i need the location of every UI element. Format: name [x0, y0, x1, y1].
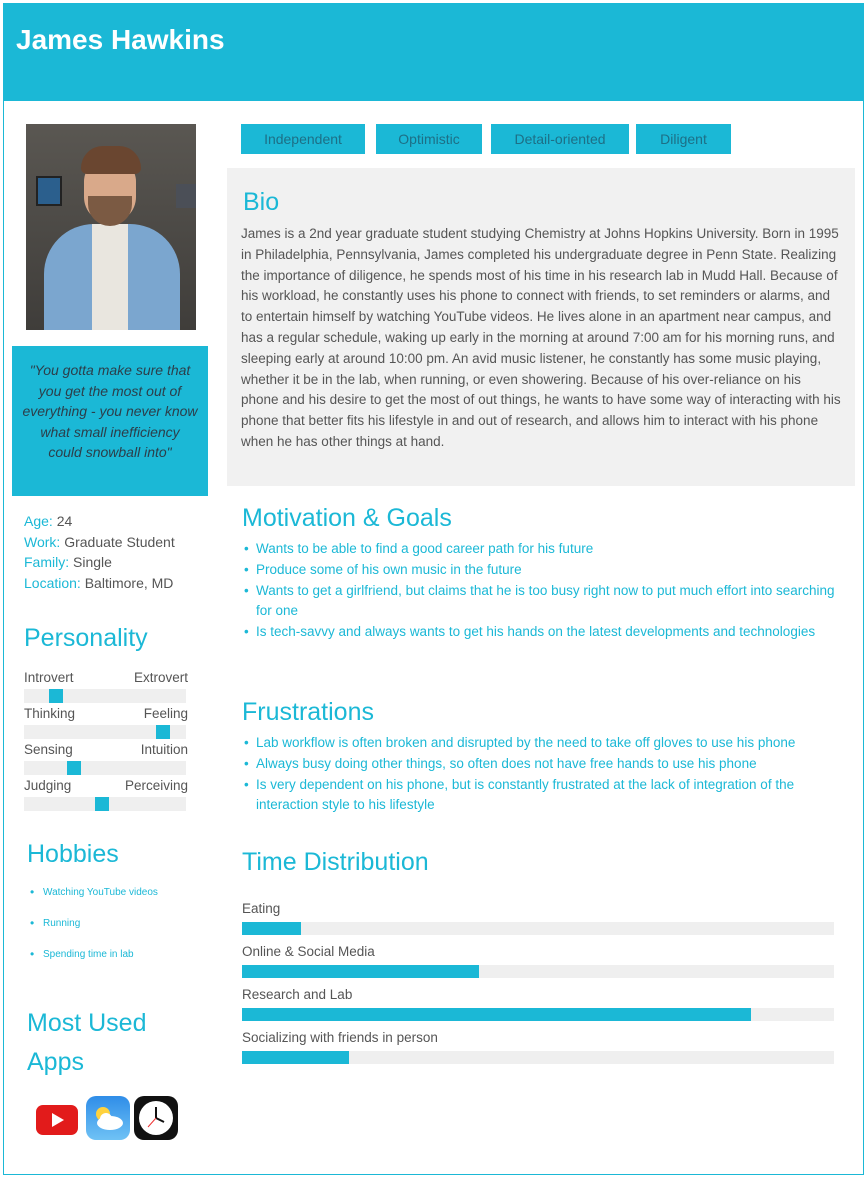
frustrations-title: Frustrations [242, 698, 374, 726]
tag-detail-oriented: Detail-oriented [491, 124, 629, 154]
bio-text: James is a 2nd year graduate student stu… [241, 226, 841, 449]
time-distribution-section: Time Distribution Eating Online & Social … [242, 848, 834, 1073]
persona-card: James Hawkins "You gotta make sure that … [3, 3, 864, 1175]
time-bar-track [242, 965, 834, 978]
slider-right-label: Extrovert [133, 670, 188, 685]
frustration-item: Always busy doing other things, so often… [242, 754, 842, 775]
slider-track [24, 797, 186, 811]
slider-left-label: Thinking [24, 706, 76, 721]
info-age: Age: 24 [24, 513, 73, 529]
hobby-item: Spending time in lab [27, 947, 207, 980]
goal-item: Produce some of his own music in the fut… [242, 560, 842, 581]
goal-item: Wants to get a girlfriend, but claims th… [242, 581, 842, 623]
personality-slider: Introvert Extrovert [24, 670, 188, 706]
time-bar-fill [242, 922, 302, 935]
time-label: Socializing with friends in person [242, 1030, 438, 1045]
goals-section: Motivation & Goals Wants to be able to f… [242, 504, 842, 643]
tag-diligent: Diligent [636, 124, 731, 154]
time-label: Research and Lab [242, 987, 353, 1002]
goal-item: Wants to be able to find a good career p… [242, 539, 842, 560]
slider-left-label: Judging [24, 778, 72, 793]
frustration-item: Lab workflow is often broken and disrupt… [242, 733, 842, 754]
slider-right-label: Feeling [143, 706, 188, 721]
time-row: Eating [242, 901, 834, 944]
time-title: Time Distribution [242, 848, 429, 876]
demographics: Age: 24 Work: Graduate Student Family: S… [24, 511, 175, 593]
weather-icon [86, 1096, 130, 1140]
time-bar-track [242, 922, 834, 935]
slider-right-label: Perceiving [124, 778, 188, 793]
personality-section: Personality Introvert Extrovert Thinking Fe… [24, 624, 188, 814]
time-bar-fill [242, 1008, 752, 1021]
clock-icon [134, 1096, 178, 1140]
info-work: Work: Graduate Student [24, 533, 175, 550]
apps-title: Most Used Apps [27, 1009, 147, 1076]
goal-item: Is tech-savvy and always wants to get hi… [242, 622, 842, 643]
slider-track [24, 689, 186, 703]
slider-track [24, 725, 186, 739]
profile-photo [26, 124, 196, 330]
info-location: Location: Baltimore, MD [24, 574, 174, 591]
hobby-item: Running [27, 916, 207, 949]
time-bar-track [242, 1008, 834, 1021]
slider-knob [156, 725, 171, 739]
personality-title: Personality [24, 624, 148, 652]
youtube-icon [34, 1096, 78, 1140]
personality-slider: Judging Perceiving [24, 778, 188, 814]
persona-quote: "You gotta make sure that you get the mo… [12, 346, 208, 496]
bio-title: Bio [243, 188, 280, 216]
personality-slider: Sensing Intuition [24, 742, 188, 778]
slider-knob [49, 689, 64, 703]
time-label: Eating [242, 901, 281, 916]
time-row: Online & Social Media [242, 944, 834, 987]
hobby-item: Watching YouTube videos [27, 885, 207, 918]
personality-slider: Thinking Feeling [24, 706, 188, 742]
time-row: Research and Lab [242, 987, 834, 1030]
bio-panel: Bio James is a 2nd year graduate student… [227, 168, 855, 486]
slider-left-label: Introvert [24, 670, 74, 685]
tag-optimistic: Optimistic [376, 124, 482, 154]
tag-independent: Independent [241, 124, 365, 154]
header-banner: James Hawkins [4, 4, 863, 101]
persona-name: James Hawkins [16, 24, 225, 55]
time-row: Socializing with friends in person [242, 1030, 834, 1073]
hobbies-title: Hobbies [27, 840, 119, 868]
time-bar-fill [242, 965, 479, 978]
slider-knob [67, 761, 82, 775]
frustration-item: Is very dependent on his phone, but is c… [242, 775, 842, 817]
frustrations-section: Frustrations Lab workflow is often broke… [242, 698, 842, 816]
slider-right-label: Intuition [140, 742, 188, 757]
slider-left-label: Sensing [24, 742, 73, 757]
hobbies-section: Hobbies Watching YouTube videos Running … [27, 840, 207, 980]
time-label: Online & Social Media [242, 944, 375, 959]
info-family: Family: Single [24, 554, 112, 570]
slider-knob [94, 797, 109, 811]
time-bar-track [242, 1051, 834, 1064]
time-bar-fill [242, 1051, 349, 1064]
goals-title: Motivation & Goals [242, 504, 452, 532]
slider-track [24, 761, 186, 775]
